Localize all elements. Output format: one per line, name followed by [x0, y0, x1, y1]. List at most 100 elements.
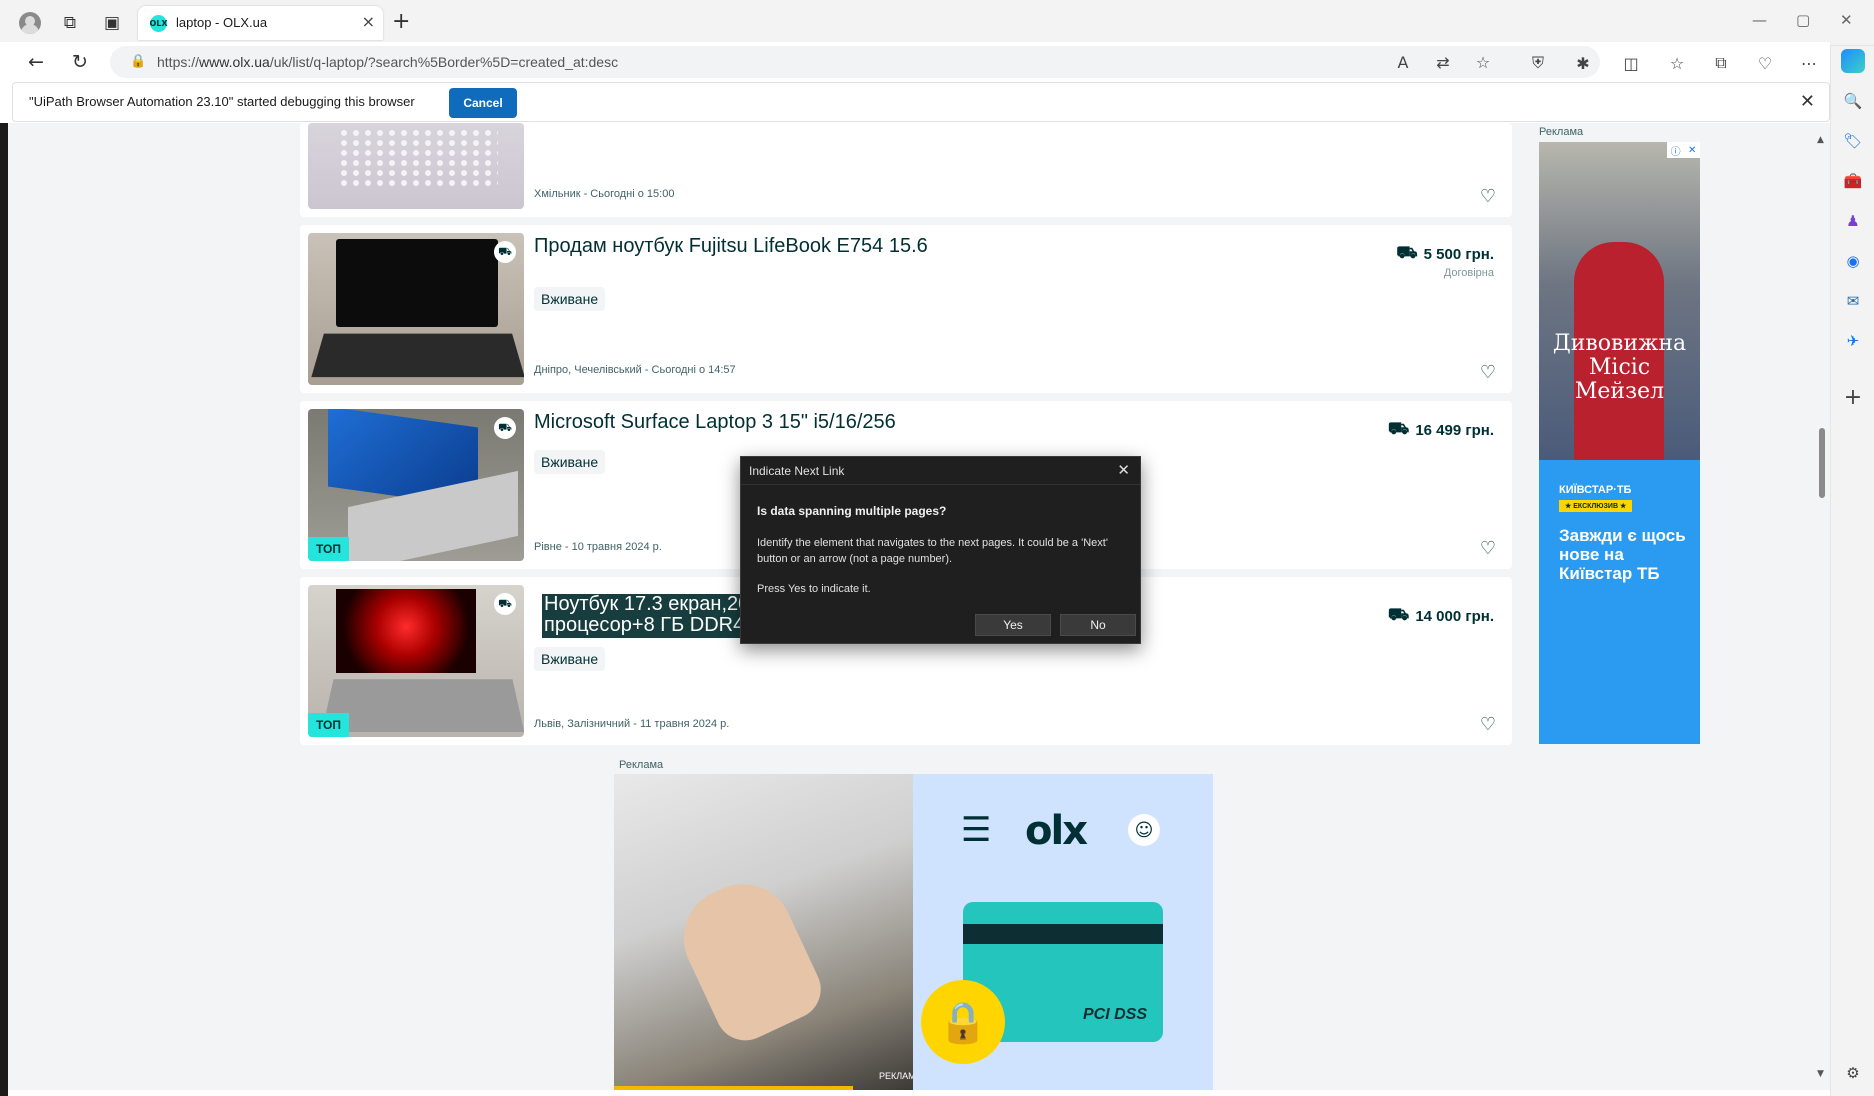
split-screen-icon[interactable]: ◫: [1618, 50, 1644, 76]
ad-video[interactable]: [614, 774, 913, 1090]
delivery-truck-icon: ⛟: [1387, 605, 1410, 625]
close-tab-icon[interactable]: ×: [362, 12, 375, 31]
collections-icon[interactable]: ⧉: [1708, 50, 1734, 76]
tools-icon[interactable]: 🧰: [1840, 168, 1866, 194]
listing-price: ⛟ 5 500 грн.: [1396, 243, 1494, 265]
bottom-ad-banner[interactable]: РЕКЛАМА 0:46 ☰ olx ☺ PCI DSS 🔒: [614, 774, 1213, 1090]
search-icon[interactable]: 🔍: [1840, 88, 1866, 114]
sidebar-settings-icon[interactable]: ⚙: [1840, 1060, 1866, 1086]
address-bar-row: ← ↻ 🔒 https://www.olx.ua/uk/list/q-lapto…: [0, 42, 1830, 82]
more-menu-icon[interactable]: ⋯: [1796, 50, 1822, 76]
add-sidebar-app-icon[interactable]: +: [1840, 384, 1866, 410]
delivery-icon: ⛟: [494, 417, 516, 439]
top-badge: ТОП: [308, 713, 349, 737]
new-tab-button[interactable]: +: [392, 9, 410, 34]
url-field[interactable]: 🔒 https://www.olx.ua/uk/list/q-laptop/?s…: [110, 46, 1600, 78]
kyivstar-logo: КИЇВСТАР·ТБ: [1559, 484, 1632, 496]
tab-olx[interactable]: OLX laptop - OLX.ua ×: [138, 6, 383, 40]
back-button[interactable]: ←: [22, 48, 50, 76]
microsoft365-icon[interactable]: ◉: [1840, 248, 1866, 274]
copilot-button[interactable]: [1840, 48, 1866, 74]
indicate-next-link-dialog: Indicate Next Link ✕ Is data spanning mu…: [740, 456, 1141, 644]
favorite-heart-icon[interactable]: ♡: [1480, 186, 1496, 207]
lock-icon[interactable]: 🔒: [130, 54, 146, 69]
url-scheme: https://: [157, 54, 200, 70]
favorite-heart-icon[interactable]: ♡: [1480, 538, 1496, 559]
outlook-icon[interactable]: ✉: [1840, 288, 1866, 314]
games-icon[interactable]: ♟: [1840, 208, 1866, 234]
favorite-heart-icon[interactable]: ♡: [1480, 362, 1496, 383]
yes-button[interactable]: Yes: [975, 614, 1051, 636]
workspaces-icon[interactable]: ⧉: [56, 9, 84, 37]
delivery-icon: ⛟: [494, 241, 516, 263]
delivery-truck-icon: ⛟: [1396, 243, 1418, 263]
price-value: 14 000 грн.: [1415, 607, 1494, 625]
listing-photo[interactable]: [308, 123, 524, 209]
ad-label: Реклама: [1539, 126, 1584, 138]
maximize-button[interactable]: ▢: [1796, 11, 1810, 29]
listing-card[interactable]: Хмільник - Сьогодні о 15:00 ♡: [300, 123, 1512, 217]
read-aloud-icon[interactable]: A: [1390, 49, 1416, 75]
adchoices-info-icon[interactable]: ⓘ: [1671, 143, 1681, 158]
right-ad-banner[interactable]: Дивовижна Місіс Мейзел ⓘ ✕ КИЇВСТАР·ТБ ★ …: [1539, 142, 1700, 744]
no-button[interactable]: No: [1060, 614, 1136, 636]
listing-location: Рівне - 10 травня 2024 р.: [534, 541, 662, 553]
listing-price: ⛟ 16 499 грн.: [1388, 419, 1494, 441]
copilot-icon: [1841, 49, 1865, 73]
price-value: 16 499 грн.: [1415, 421, 1494, 439]
laptop-screen-image: [336, 239, 498, 327]
profile-button[interactable]: [16, 9, 44, 37]
condition-badge: Вживане: [534, 450, 606, 474]
tab-title: laptop - OLX.ua: [176, 15, 268, 30]
top-badge: ТОП: [308, 537, 349, 561]
adchoices-badge[interactable]: ⓘ ✕: [1667, 142, 1700, 158]
desktop-edge: [0, 123, 8, 1096]
browser-window: ⧉ ▣ OLX laptop - OLX.ua × + — ▢ ✕ ← ↻ 🔒 …: [0, 0, 1874, 1096]
debugging-infobar: "UiPath Browser Automation 23.10" starte…: [12, 82, 1830, 122]
close-infobar-icon[interactable]: ✕: [1800, 91, 1815, 112]
tab-actions-icon[interactable]: ▣: [98, 9, 126, 37]
title-line-1: Ноутбук 17.3 екран,20: [544, 594, 742, 615]
scroll-thumb[interactable]: [1819, 428, 1825, 498]
scroll-down-arrow-icon[interactable]: ▼: [1817, 1069, 1824, 1079]
ad-label: Реклама: [619, 759, 664, 771]
url-text[interactable]: https://www.olx.ua/uk/list/q-laptop/?sea…: [157, 54, 618, 70]
listing-location: Львів, Залізничний - 11 травня 2024 р.: [534, 718, 730, 730]
favorite-star-icon[interactable]: ☆: [1470, 49, 1496, 75]
condition-badge: Вживане: [534, 287, 606, 311]
listing-photo[interactable]: ⛟: [308, 233, 524, 385]
translate-icon[interactable]: ⇄: [1430, 49, 1456, 75]
browser-essentials-icon[interactable]: ♡: [1752, 50, 1778, 76]
laptop-base-image: [311, 333, 524, 378]
listing-photo[interactable]: ⛟ ТОП: [308, 409, 524, 561]
listing-title-highlighted[interactable]: Ноутбук 17.3 екран,20 процесор+8 ГБ DDR4: [544, 594, 742, 636]
dialog-close-icon[interactable]: ✕: [1117, 461, 1130, 479]
favorites-icon[interactable]: ☆: [1664, 50, 1690, 76]
title-line-2: процесор+8 ГБ DDR4: [544, 614, 742, 636]
close-window-button[interactable]: ✕: [1840, 11, 1853, 29]
padlock-icon: 🔒: [921, 980, 1005, 1064]
listing-photo[interactable]: ⛟ ТОП: [308, 585, 524, 737]
shopping-tag-icon[interactable]: 🏷: [1840, 128, 1866, 154]
listing-title[interactable]: Продам ноутбук Fujitsu LifeBook E754 15.…: [534, 235, 928, 258]
listing-location: Дніпро, Чечелівський - Сьогодні о 14:57: [534, 364, 736, 376]
credit-card-stripe: [963, 924, 1163, 944]
favorite-heart-icon[interactable]: ♡: [1480, 714, 1496, 735]
reload-button[interactable]: ↻: [66, 48, 94, 76]
extensions-icon[interactable]: ✱: [1570, 50, 1596, 76]
price-negotiable: Договірна: [1443, 267, 1494, 279]
delivery-truck-icon: ⛟: [1387, 419, 1410, 439]
adchoices-close-icon[interactable]: ✕: [1688, 145, 1696, 156]
listing-title[interactable]: Microsoft Surface Laptop 3 15" i5/16/256: [534, 411, 896, 434]
scroll-up-arrow-icon[interactable]: ▲: [1817, 135, 1824, 145]
page-scrollbar[interactable]: ▲ ▼: [1814, 123, 1830, 1090]
menu-icon: ☰: [961, 810, 992, 850]
minimize-button[interactable]: —: [1752, 11, 1767, 29]
shield-icon[interactable]: ⛨: [1525, 50, 1551, 76]
send-icon[interactable]: ✈: [1840, 328, 1866, 354]
olx-logo: olx: [1025, 808, 1088, 854]
dialog-header: Indicate Next Link ✕: [741, 457, 1140, 485]
cancel-debugging-button[interactable]: Cancel: [449, 88, 517, 118]
listing-card[interactable]: ⛟ Продам ноутбук Fujitsu LifeBook E754 1…: [300, 225, 1512, 393]
price-value: 5 500 грн.: [1423, 245, 1494, 263]
